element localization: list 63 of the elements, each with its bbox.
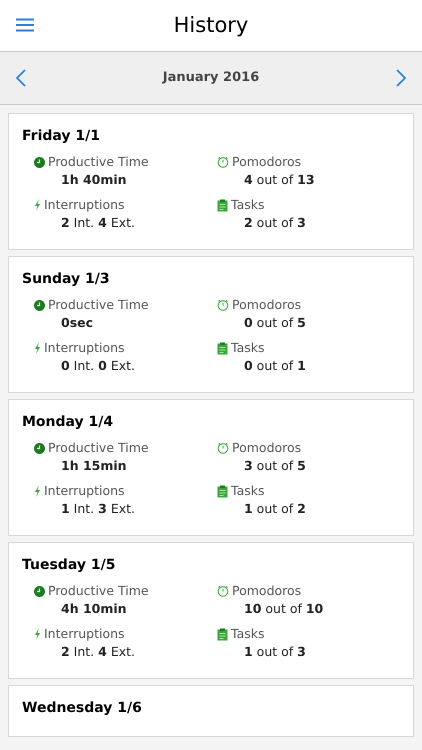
stat-label: Interruptions <box>44 340 125 356</box>
stat-label: Interruptions <box>44 197 125 213</box>
clipboard-icon <box>217 198 228 212</box>
stopwatch-icon <box>217 585 229 597</box>
stat-value: 1 Int. 3 Ext. <box>60 501 136 517</box>
page-title: History <box>174 12 248 39</box>
stat-value: 1 out of 2 <box>243 501 307 517</box>
stat-label: Interruptions <box>44 626 125 642</box>
stat-label: Interruptions <box>44 483 125 499</box>
stat-value: 0sec <box>60 315 94 331</box>
stopwatch-icon <box>217 156 229 168</box>
stat-value: 1h 15min <box>60 458 128 474</box>
stat-value: 2 Int. 4 Ext. <box>60 644 136 660</box>
stat-value: 0 out of 1 <box>243 358 307 374</box>
day-title: Friday 1/1 <box>22 127 102 146</box>
stat-label: Pomodoros <box>232 583 302 599</box>
clock-icon <box>34 156 45 168</box>
stat-value: 0 Int. 0 Ext. <box>60 358 136 374</box>
day-title: Monday 1/4 <box>22 413 114 432</box>
day-card[interactable]: Friday 1/1 Productive Time 1h 40min Pomodoros 4 out of 13 Interruptions 2 Int. 4 Ext. Tasks 2 out of 3 <box>8 113 414 250</box>
clock-icon <box>34 586 45 596</box>
stat-label: Pomodoros <box>232 297 302 313</box>
stat-value: 0 out of 5 <box>243 315 307 331</box>
stopwatch-icon <box>217 299 229 311</box>
month-label: January 2016 <box>162 69 260 88</box>
next-icon[interactable] <box>396 69 406 87</box>
stat-value: 2 Int. 4 Ext. <box>60 215 136 231</box>
stat-label: Productive Time <box>48 297 149 313</box>
day-card[interactable]: Wednesday 1/6 <box>8 685 414 737</box>
previous-icon[interactable] <box>16 69 26 87</box>
stat-label: Tasks <box>231 626 264 642</box>
stat-value: 10 out of 10 <box>243 601 324 617</box>
clipboard-icon <box>217 628 228 640</box>
day-card[interactable]: Monday 1/4 Productive Time 1h 15min Pomodoros 3 out of 5 Interruptions 1 Int. 3 Ext. Tasks 1 out of 2 <box>8 399 414 536</box>
stat-value: 1h 40min <box>60 172 128 188</box>
stat-label: Pomodoros <box>232 154 302 170</box>
stat-label: Tasks <box>231 340 264 356</box>
lightning-icon <box>34 628 41 640</box>
clock-icon <box>34 300 45 310</box>
stat-value: 3 out of 5 <box>243 458 307 474</box>
day-title: Sunday 1/3 <box>22 270 111 289</box>
menu-icon[interactable] <box>16 18 34 32</box>
stat-label: Tasks <box>231 197 264 213</box>
lightning-icon <box>34 485 41 497</box>
stat-value: 2 out of 3 <box>243 215 307 231</box>
day-card[interactable]: Sunday 1/3 Productive Time 0sec Pomodoros 0 out of 5 Interruptions 0 Int. 0 Ext. Tasks 0 out of 1 <box>8 256 414 393</box>
stopwatch-icon <box>217 442 229 454</box>
stat-value: 1 out of 3 <box>243 644 307 660</box>
stat-label: Productive Time <box>48 583 149 599</box>
stat-label: Productive Time <box>48 154 149 170</box>
day-title: Wednesday 1/6 <box>22 699 143 718</box>
clock-icon <box>34 442 45 454</box>
stat-label: Tasks <box>231 483 264 499</box>
day-title: Tuesday 1/5 <box>22 556 116 575</box>
lightning-icon <box>34 342 41 354</box>
stat-label: Productive Time <box>48 440 149 456</box>
lightning-icon <box>34 199 41 211</box>
stat-value: 4 out of 13 <box>243 172 316 188</box>
clipboard-icon <box>217 484 228 498</box>
day-card[interactable]: Tuesday 1/5 Productive Time 4h 10min Pomodoros 10 out of 10 Interruptions 2 Int. 4 Ext. Tasks 1 out of 3 <box>8 542 414 679</box>
stat-value: 4h 10min <box>60 601 128 617</box>
stat-label: Pomodoros <box>232 440 302 456</box>
clipboard-icon <box>217 342 228 354</box>
